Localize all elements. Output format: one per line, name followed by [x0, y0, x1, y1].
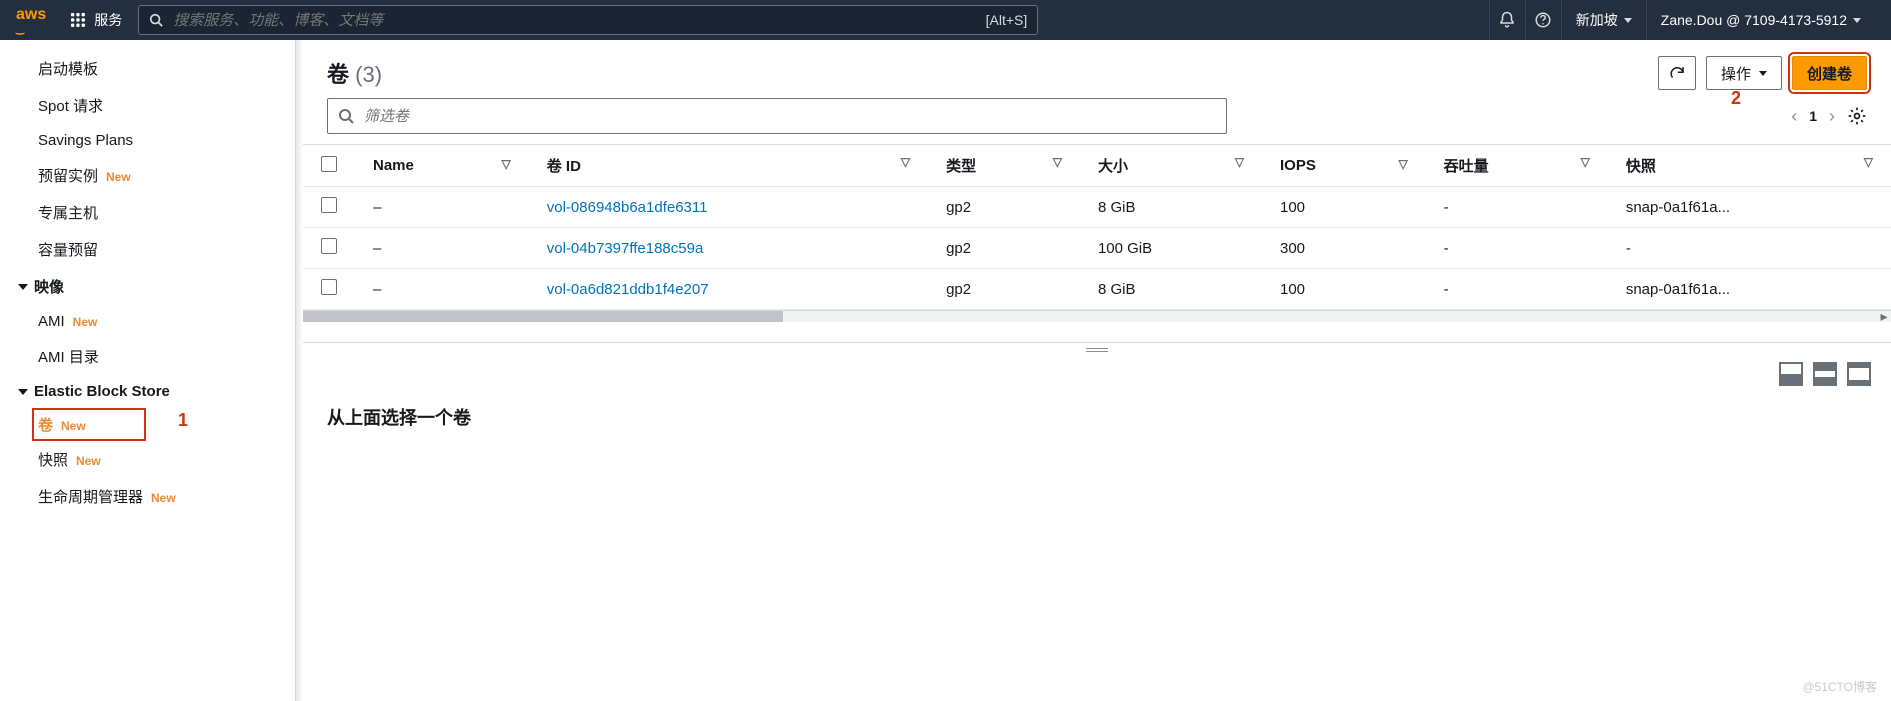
account-label: Zane.Dou @ 7109-4173-5912	[1661, 12, 1847, 28]
row-checkbox[interactable]	[321, 197, 337, 213]
table-row[interactable]: – vol-04b7397ffe188c59a gp2 100 GiB 300 …	[303, 228, 1891, 269]
global-search-input[interactable]	[173, 12, 985, 29]
chevron-down-icon	[18, 389, 28, 395]
volume-link[interactable]: vol-0a6d821ddb1f4e207	[529, 269, 928, 310]
chevron-down-icon	[1853, 18, 1861, 23]
sidebar-item-volumes[interactable]: 卷New	[32, 408, 146, 441]
sidebar-item-ami-catalog[interactable]: AMI 目录	[18, 338, 295, 375]
sidebar-item-dedicated-hosts[interactable]: 专属主机	[18, 194, 295, 231]
chevron-down-icon	[1759, 71, 1767, 76]
sidebar-section-ebs[interactable]: Elastic Block Store	[18, 375, 295, 408]
volume-link[interactable]: vol-04b7397ffe188c59a	[529, 228, 928, 269]
annotation-1: 1	[178, 410, 188, 431]
layout-split-button[interactable]	[1813, 362, 1837, 386]
pager-current: 1	[1809, 108, 1817, 124]
chevron-down-icon	[18, 284, 28, 290]
help-button[interactable]	[1525, 0, 1561, 40]
col-iops[interactable]: IOPS▽	[1262, 145, 1426, 187]
horizontal-scrollbar[interactable]: ◂ ▸	[303, 310, 1891, 322]
create-volume-button[interactable]: 创建卷	[1792, 56, 1867, 90]
sidebar-item-lifecycle-manager[interactable]: 生命周期管理器New	[18, 478, 295, 515]
new-badge: New	[151, 491, 176, 505]
select-all-checkbox[interactable]	[321, 156, 337, 172]
help-icon	[1534, 11, 1552, 29]
col-throughput[interactable]: 吞吐量▽	[1426, 145, 1608, 187]
services-menu[interactable]: 服务	[70, 10, 122, 30]
aws-logo[interactable]: aws‿	[16, 6, 46, 35]
page-title: 卷 (3)	[327, 57, 382, 89]
region-label: 新加坡	[1576, 10, 1618, 30]
refresh-icon	[1668, 64, 1686, 82]
col-size[interactable]: 大小▽	[1080, 145, 1262, 187]
split-handle[interactable]	[303, 342, 1891, 356]
sidebar-item-capacity-reservations[interactable]: 容量预留	[18, 231, 295, 268]
new-badge: New	[76, 454, 101, 468]
sidebar-item-snapshots[interactable]: 快照New	[18, 441, 295, 478]
detail-empty-message: 从上面选择一个卷	[303, 386, 1891, 448]
layout-bottom-button[interactable]	[1779, 362, 1803, 386]
sidebar-item-savings-plans[interactable]: Savings Plans	[18, 124, 295, 157]
topbar: aws‿ 服务 [Alt+S] 新加坡 Zane.Dou @ 7109-4173…	[0, 0, 1891, 40]
main-panel: 卷 (3) 操作 创建卷 2	[303, 40, 1891, 701]
sidebar[interactable]: 启动模板 Spot 请求 Savings Plans 预留实例New 专属主机 …	[0, 40, 295, 701]
new-badge: New	[73, 315, 98, 329]
watermark: @51CTO博客	[1802, 678, 1877, 695]
layout-full-button[interactable]	[1847, 362, 1871, 386]
col-type[interactable]: 类型▽	[928, 145, 1080, 187]
filter-input[interactable]	[364, 108, 1216, 125]
sidebar-item-reserved-instances[interactable]: 预留实例New	[18, 157, 295, 194]
sidebar-resizer[interactable]	[295, 40, 303, 701]
row-checkbox[interactable]	[321, 279, 337, 295]
global-search[interactable]: [Alt+S]	[138, 5, 1038, 35]
sidebar-item-spot-requests[interactable]: Spot 请求	[18, 87, 295, 124]
table-row[interactable]: – vol-0a6d821ddb1f4e207 gp2 8 GiB 100 - …	[303, 269, 1891, 310]
col-vol-id[interactable]: 卷 ID▽	[529, 145, 928, 187]
row-checkbox[interactable]	[321, 238, 337, 254]
scroll-right-icon[interactable]: ▸	[1877, 311, 1891, 322]
notifications-button[interactable]	[1489, 0, 1525, 40]
pager-next[interactable]: ›	[1829, 106, 1835, 127]
grip-icon	[1086, 348, 1108, 352]
new-badge: New	[61, 419, 86, 433]
gear-icon	[1847, 106, 1867, 126]
new-badge: New	[106, 170, 131, 184]
sidebar-item-ami[interactable]: AMINew	[18, 305, 295, 338]
pager-prev[interactable]: ‹	[1791, 106, 1797, 127]
col-snapshot[interactable]: 快照▽	[1608, 145, 1891, 187]
table-row[interactable]: – vol-086948b6a1dfe6311 gp2 8 GiB 100 - …	[303, 187, 1891, 228]
col-name[interactable]: Name▽	[355, 145, 529, 187]
scrollbar-thumb[interactable]	[303, 311, 783, 322]
volume-link[interactable]: vol-086948b6a1dfe6311	[529, 187, 928, 228]
sidebar-item-launch-templates[interactable]: 启动模板	[18, 50, 295, 87]
annotation-2: 2	[1731, 88, 1741, 109]
region-selector[interactable]: 新加坡	[1561, 0, 1646, 40]
sidebar-section-images[interactable]: 映像	[18, 268, 295, 305]
filter-input-wrapper[interactable]	[327, 98, 1227, 134]
services-label: 服务	[94, 10, 122, 30]
account-menu[interactable]: Zane.Dou @ 7109-4173-5912	[1646, 0, 1875, 40]
volumes-table: Name▽ 卷 ID▽ 类型▽ 大小▽ IOPS▽ 吞吐量▽ 快照▽ – vol…	[303, 144, 1891, 322]
table-settings-button[interactable]	[1847, 106, 1867, 126]
actions-dropdown[interactable]: 操作	[1706, 56, 1782, 90]
bell-icon	[1498, 11, 1516, 29]
search-hotkey: [Alt+S]	[986, 12, 1028, 28]
chevron-down-icon	[1624, 18, 1632, 23]
refresh-button[interactable]	[1658, 56, 1696, 90]
search-icon	[149, 13, 163, 27]
grid-icon	[70, 12, 86, 28]
search-icon	[338, 108, 354, 124]
